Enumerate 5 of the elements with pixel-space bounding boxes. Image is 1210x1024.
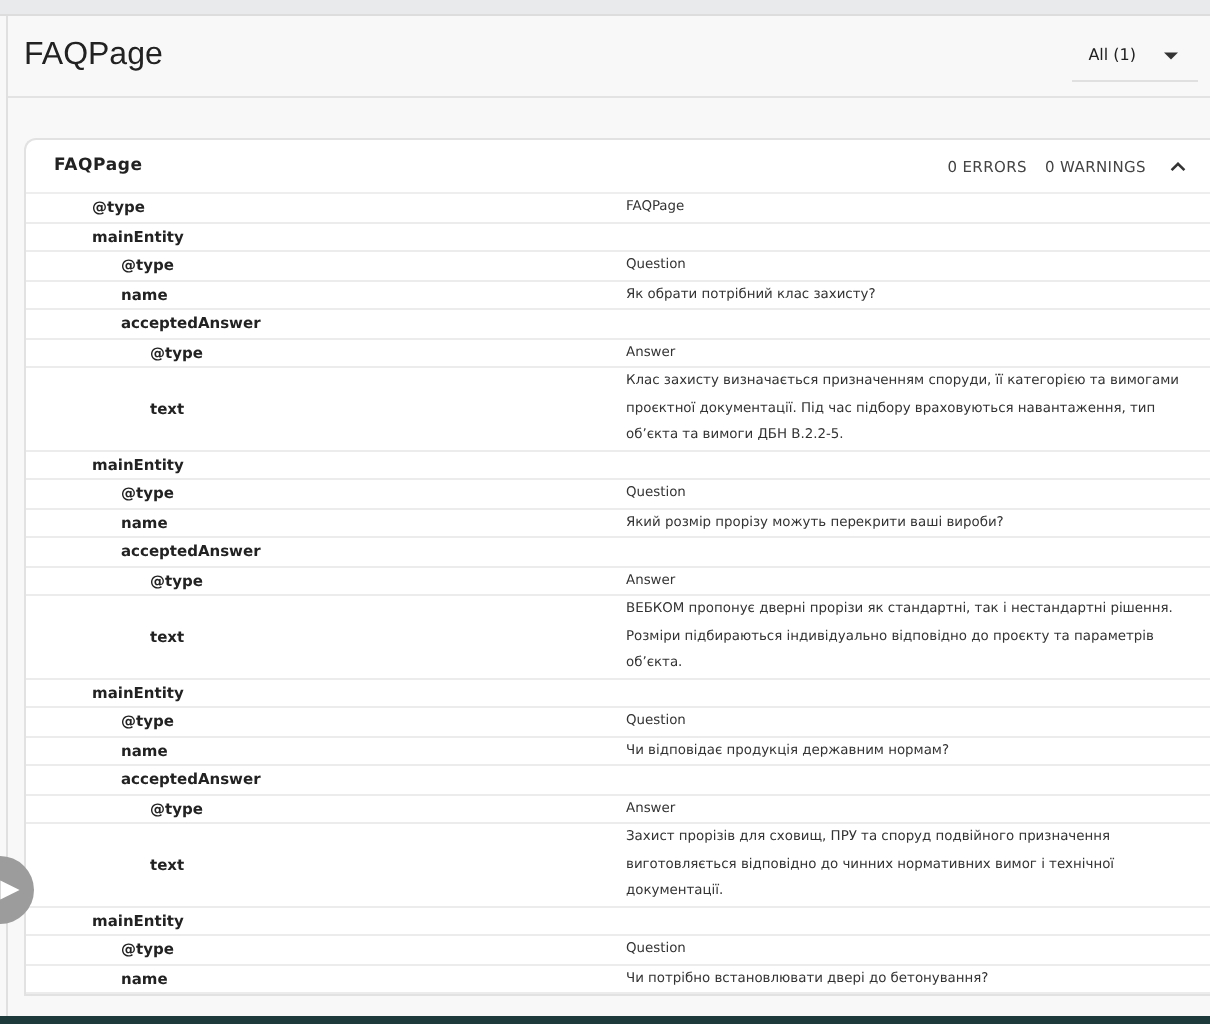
- filter-dropdown[interactable]: All (1): [1072, 30, 1198, 82]
- page-title: FAQPage: [24, 38, 163, 74]
- caret-icon: [1164, 51, 1178, 59]
- chevron-icon[interactable]: [1170, 161, 1186, 171]
- card-title: FAQPage: [54, 156, 145, 176]
